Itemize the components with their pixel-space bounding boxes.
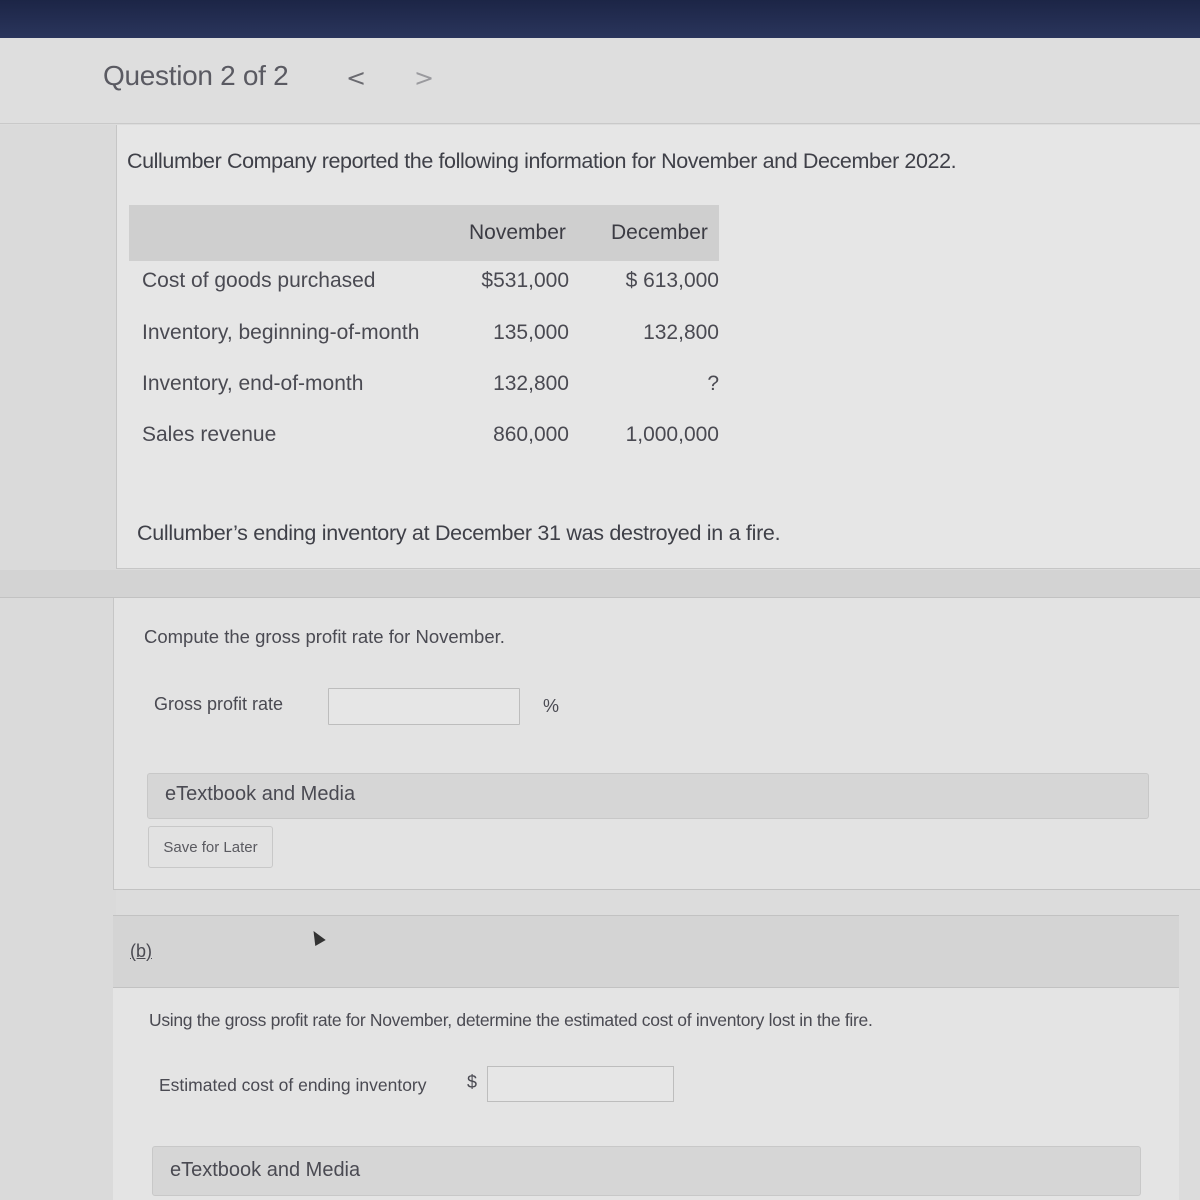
- row-label: Cost of goods purchased: [142, 269, 376, 292]
- part-a-section: Compute the gross profit rate for Novemb…: [113, 598, 1200, 890]
- gross-profit-rate-input[interactable]: [328, 688, 520, 725]
- table-row: Cost of goods purchased $531,000 $ 613,0…: [117, 269, 737, 299]
- row-label: Inventory, beginning-of-month: [142, 321, 420, 344]
- part-b-header: (b): [113, 915, 1179, 988]
- december-value: ?: [707, 372, 719, 395]
- left-margin: [0, 125, 116, 1200]
- table-row: Inventory, end-of-month 132,800 ?: [117, 372, 737, 402]
- part-b-section: Using the gross profit rate for November…: [113, 988, 1179, 1200]
- part-b-link[interactable]: (b): [130, 941, 152, 962]
- mouse-cursor-icon: [308, 927, 326, 947]
- table-row: Inventory, beginning-of-month 135,000 13…: [117, 321, 737, 351]
- row-label: Inventory, end-of-month: [142, 372, 364, 395]
- problem-intro: Cullumber Company reported the following…: [127, 149, 957, 173]
- previous-question-button[interactable]: <: [346, 64, 366, 92]
- section-divider: [0, 570, 1200, 598]
- table-header: November December: [129, 205, 719, 261]
- browser-top-bar: [0, 0, 1200, 38]
- percent-unit: %: [543, 696, 560, 716]
- december-value: 1,000,000: [625, 423, 719, 446]
- etextbook-media-button[interactable]: eTextbook and Media: [147, 773, 1149, 819]
- december-value: 132,800: [643, 321, 719, 344]
- december-value: $ 613,000: [625, 269, 719, 292]
- part-a-prompt: Compute the gross profit rate for Novemb…: [144, 626, 505, 647]
- estimated-cost-input[interactable]: [487, 1066, 674, 1102]
- gross-profit-rate-label: Gross profit rate: [154, 694, 284, 714]
- etextbook-media-button-b[interactable]: eTextbook and Media: [152, 1146, 1141, 1196]
- table-row: Sales revenue 860,000 1,000,000: [117, 423, 737, 453]
- fire-note: Cullumber’s ending inventory at December…: [137, 521, 781, 545]
- november-value: 860,000: [493, 423, 569, 446]
- save-for-later-button[interactable]: Save for Later: [148, 826, 273, 868]
- column-header-december: December: [611, 221, 708, 244]
- estimated-cost-label: Estimated cost of ending inventory: [159, 1075, 427, 1095]
- problem-panel: Cullumber Company reported the following…: [116, 125, 1200, 569]
- row-label: Sales revenue: [142, 423, 277, 446]
- november-value: $531,000: [481, 269, 569, 292]
- question-counter: Question 2 of 2: [103, 60, 289, 91]
- column-header-november: November: [469, 221, 566, 244]
- question-header: Question 2 of 2 < >: [0, 38, 1200, 131]
- november-value: 135,000: [493, 321, 569, 344]
- part-b-prompt: Using the gross profit rate for November…: [149, 1010, 873, 1030]
- november-value: 132,800: [493, 372, 569, 395]
- next-question-button[interactable]: >: [414, 64, 434, 92]
- currency-symbol: $: [467, 1072, 478, 1092]
